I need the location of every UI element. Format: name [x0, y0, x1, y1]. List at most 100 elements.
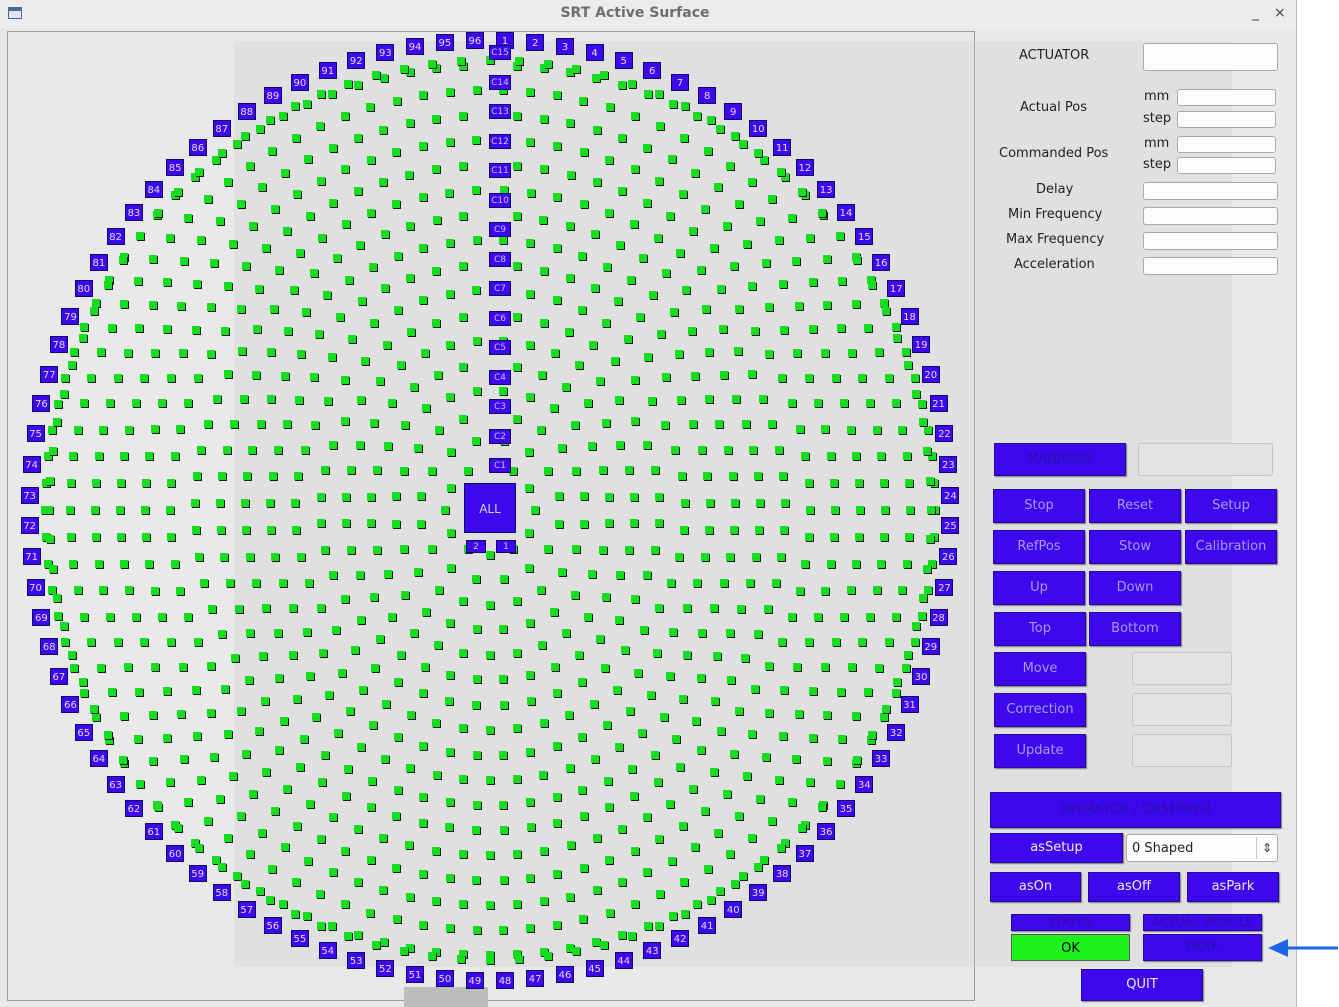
ring-actuator-label[interactable]: 44 [614, 951, 633, 969]
actuator-marker[interactable] [655, 176, 664, 185]
actuator-marker[interactable] [136, 232, 145, 241]
actuator-marker[interactable] [572, 466, 581, 475]
actuator-marker[interactable] [666, 211, 675, 220]
actuator-marker[interactable] [124, 586, 133, 595]
actuator-marker[interactable] [203, 419, 212, 428]
actuator-marker[interactable] [292, 526, 301, 535]
actuator-marker[interactable] [639, 253, 648, 262]
actuator-marker[interactable] [78, 333, 87, 342]
actuator-marker[interactable] [341, 791, 350, 800]
actuator-marker[interactable] [195, 167, 204, 176]
actuator-marker[interactable] [738, 872, 747, 881]
actuator-marker[interactable] [245, 552, 254, 561]
actuator-marker[interactable] [577, 678, 586, 687]
quit-button[interactable]: QUIT [1081, 969, 1203, 1001]
actuator-marker[interactable] [918, 418, 927, 427]
ring-actuator-label[interactable]: 52 [376, 959, 395, 977]
actuator-marker[interactable] [210, 259, 219, 268]
ring-actuator-label[interactable]: 63 [106, 775, 125, 793]
actuator-marker[interactable] [755, 217, 764, 226]
actuator-marker[interactable] [191, 499, 200, 508]
actuator-marker[interactable] [512, 597, 521, 606]
actuator-marker[interactable] [379, 886, 388, 895]
actuator-marker[interactable] [218, 629, 227, 638]
actuator-marker[interactable] [176, 586, 185, 595]
actuator-marker[interactable] [283, 785, 292, 794]
actuator-marker[interactable] [793, 662, 802, 671]
actuator-marker[interactable] [512, 900, 521, 909]
actuator-marker[interactable] [829, 533, 838, 542]
actuator-marker[interactable] [305, 671, 314, 680]
actuator-marker[interactable] [140, 638, 149, 647]
actuator-marker[interactable] [553, 91, 562, 100]
actuator-marker[interactable] [258, 183, 267, 192]
actuator-marker[interactable] [486, 956, 494, 964]
actuator-marker[interactable] [166, 506, 174, 514]
update-field[interactable] [1132, 734, 1232, 767]
actuator-marker[interactable] [229, 239, 238, 248]
actuator-marker[interactable] [723, 445, 732, 454]
minimize-button[interactable]: _ [1252, 5, 1259, 21]
actuator-marker[interactable] [765, 303, 774, 312]
actuator-marker[interactable] [167, 638, 176, 647]
actuator-marker[interactable] [267, 395, 276, 404]
refpos-button[interactable]: RefPos [993, 530, 1085, 564]
actuator-marker[interactable] [432, 770, 441, 779]
actuator-marker[interactable] [113, 373, 122, 382]
actuator-marker[interactable] [923, 447, 932, 456]
actuator-marker[interactable] [835, 779, 844, 788]
actuator-marker[interactable] [447, 528, 456, 537]
actuator-marker[interactable] [401, 421, 410, 430]
actuator-marker[interactable] [446, 340, 455, 349]
actuator-marker[interactable] [755, 499, 764, 508]
actuator-marker[interactable] [414, 568, 423, 577]
move-button[interactable]: Move [994, 652, 1086, 686]
actuator-marker[interactable] [600, 940, 609, 949]
actuator-marker[interactable] [433, 641, 442, 650]
actuator-marker[interactable] [566, 892, 575, 901]
actuator-marker[interactable] [729, 749, 738, 758]
actuator-marker[interactable] [526, 873, 535, 882]
actuator-marker[interactable] [731, 880, 739, 889]
circle-selector[interactable]: C3 [489, 399, 511, 414]
actuator-marker[interactable] [414, 443, 423, 452]
actuator-marker[interactable] [730, 526, 739, 535]
actuator-marker[interactable] [910, 638, 919, 647]
actuator-marker[interactable] [734, 707, 743, 716]
actuator-marker[interactable] [671, 445, 680, 454]
actuator-marker[interactable] [553, 193, 562, 202]
actuator-marker[interactable] [179, 755, 188, 764]
ring-actuator-label[interactable]: 49 [465, 971, 484, 989]
actuator-marker[interactable] [105, 612, 114, 621]
actuator-marker[interactable] [230, 653, 239, 662]
actuator-marker[interactable] [224, 177, 233, 186]
actuator-marker[interactable] [472, 625, 481, 634]
actuator-marker[interactable] [552, 244, 561, 253]
ring-actuator-label[interactable]: 36 [817, 823, 836, 841]
actuator-marker[interactable] [203, 816, 212, 825]
actuator-marker[interactable] [749, 445, 758, 454]
actuator-marker[interactable] [255, 886, 264, 895]
ring-actuator-label[interactable]: 21 [929, 395, 948, 413]
actuator-marker[interactable] [274, 445, 283, 454]
actuator-marker[interactable] [380, 230, 389, 239]
actuator-marker[interactable] [224, 834, 233, 843]
actuator-marker[interactable] [653, 233, 662, 242]
actuator-marker[interactable] [831, 506, 839, 514]
ring-actuator-label[interactable]: 79 [61, 308, 80, 326]
actuator-marker[interactable] [193, 279, 202, 288]
actuator-marker[interactable] [726, 850, 735, 859]
actuator-marker[interactable] [252, 325, 261, 334]
actuator-marker[interactable] [902, 348, 911, 357]
actuator-marker[interactable] [553, 920, 562, 929]
ring-actuator-label[interactable]: 67 [49, 667, 68, 685]
actuator-marker[interactable] [315, 890, 324, 899]
actuator-marker[interactable] [880, 712, 889, 721]
actuator-marker[interactable] [427, 544, 436, 553]
actuator-marker[interactable] [184, 399, 193, 408]
actuator-marker[interactable] [643, 922, 652, 931]
actuator-marker[interactable] [630, 417, 639, 426]
actuator-marker[interactable] [191, 325, 200, 334]
actuator-marker[interactable] [366, 856, 375, 865]
actuator-marker[interactable] [270, 806, 279, 815]
